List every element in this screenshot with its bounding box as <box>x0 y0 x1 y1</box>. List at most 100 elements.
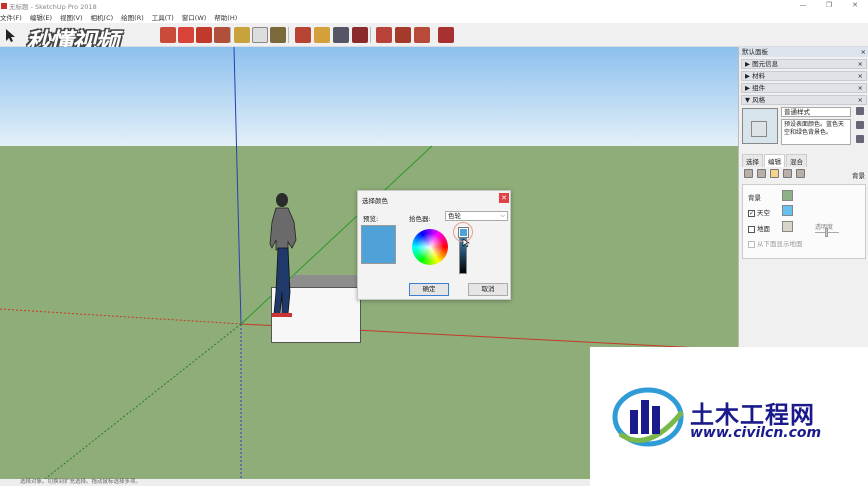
cancel-button[interactable]: 取消 <box>468 283 508 296</box>
menu-camera[interactable]: 相机(C) <box>91 12 114 22</box>
ruby-console-icon[interactable] <box>438 27 454 43</box>
menu-bar: 文件(F) 编辑(E) 视图(V) 相机(C) 绘图(R) 工具(T) 窗口(W… <box>0 11 868 23</box>
sketchup-app-icon <box>1 2 7 9</box>
toolbar-divider <box>370 27 371 43</box>
panel-title: 默认面板 × <box>739 47 868 57</box>
maximize-button[interactable]: ❐ <box>816 0 842 11</box>
panel-title-text: 默认面板 <box>742 48 768 56</box>
tray-label: ▶ 组件 <box>745 84 766 92</box>
zoom-extents-icon[interactable] <box>352 27 368 43</box>
text-tool-icon[interactable] <box>252 27 268 43</box>
close-icon[interactable]: × <box>861 47 866 57</box>
zoom-magnifier-icon[interactable] <box>333 27 349 43</box>
preview-label: 预览: <box>363 215 379 223</box>
style-thumbnail <box>742 108 778 144</box>
orbit-tool-icon[interactable] <box>295 27 311 43</box>
tray-styles[interactable]: ▼ 风格 × <box>741 95 867 105</box>
extension-warehouse-icon[interactable] <box>414 27 430 43</box>
sky-checkbox-row[interactable]: ✓ 天空 <box>748 207 770 217</box>
close-icon[interactable]: ✕ <box>499 193 509 203</box>
window-title: 无标题 - SketchUp Pro 2018 <box>9 2 97 11</box>
menu-view[interactable]: 视图(V) <box>60 12 83 22</box>
close-window-button[interactable]: ✕ <box>842 0 868 11</box>
style-description-field[interactable]: 预设表面颜色。蓝色天空和绿色背景色。 <box>781 119 851 145</box>
color-wheel[interactable] <box>412 229 448 265</box>
picker-mode-select[interactable]: 色轮 ⌵ <box>445 211 508 221</box>
picker-label: 拾色器: <box>409 215 431 223</box>
chevron-down-icon: ⌵ <box>500 212 505 219</box>
tab-mix[interactable]: 混合 <box>786 154 807 167</box>
tray-entity-info[interactable]: ▶ 图元信息 × <box>741 59 867 69</box>
share-model-icon[interactable] <box>395 27 411 43</box>
pan-hand-icon[interactable] <box>314 27 330 43</box>
edge-settings-icon[interactable] <box>744 169 753 178</box>
rotate-tool-icon[interactable] <box>196 27 212 43</box>
details-icon[interactable] <box>856 121 864 129</box>
menu-tools[interactable]: 工具(T) <box>152 12 174 22</box>
tray-materials[interactable]: ▶ 材料 × <box>741 71 867 81</box>
ground-label: 地面 <box>757 225 770 233</box>
dialog-title: 选择颜色 <box>362 197 388 205</box>
default-tray-panel: 默认面板 × ▶ 图元信息 × ▶ 材料 × ▶ 组件 × ▼ 风格 × 普通样式 预设表… <box>738 47 868 347</box>
face-settings-icon[interactable] <box>757 169 766 178</box>
warehouse-icon[interactable] <box>376 27 392 43</box>
show-ground-below-label: 从下面显示地面 <box>757 240 803 248</box>
background-settings: 背景 ✓ 天空 地面 透明度 从下面显示地面 <box>742 184 866 259</box>
menu-window[interactable]: 窗口(W) <box>182 12 207 22</box>
tape-measure-icon[interactable] <box>234 27 250 43</box>
tray-label: ▼ 风格 <box>745 96 766 104</box>
background-label: 背景 <box>748 194 761 202</box>
civilcn-logo-mark <box>612 387 684 447</box>
pushpull-tool-icon[interactable] <box>214 27 230 43</box>
move-tool-icon[interactable] <box>160 27 176 43</box>
menu-file[interactable]: 文件(F) <box>0 12 22 22</box>
section-label: 背景 <box>852 172 865 180</box>
sky-checkbox[interactable]: ✓ <box>748 209 755 217</box>
ground-checkbox[interactable] <box>748 225 755 233</box>
menu-draw[interactable]: 绘图(R) <box>121 12 144 22</box>
show-ground-below-row[interactable]: 从下面显示地面 <box>748 238 803 248</box>
background-settings-icon[interactable] <box>770 169 779 178</box>
tray-components[interactable]: ▶ 组件 × <box>741 83 867 93</box>
close-icon[interactable]: × <box>858 60 863 68</box>
show-ground-below-checkbox[interactable] <box>748 240 755 248</box>
style-tabs: 选择 编辑 混合 <box>742 154 808 167</box>
scale-figure <box>269 193 297 317</box>
background-color-swatch[interactable] <box>782 190 793 201</box>
logo-url-text: www.civilcn.com <box>690 425 822 441</box>
modeling-settings-icon[interactable] <box>796 169 805 178</box>
close-icon[interactable]: × <box>858 72 863 80</box>
refresh-icon[interactable] <box>856 135 864 143</box>
picker-mode-value: 色轮 <box>448 212 461 220</box>
style-name-field[interactable]: 普通样式 <box>781 107 851 117</box>
close-icon[interactable]: × <box>858 96 863 104</box>
tab-select[interactable]: 选择 <box>742 154 763 167</box>
update-style-icon[interactable] <box>856 107 864 115</box>
ground-checkbox-row[interactable]: 地面 <box>748 223 770 233</box>
civilcn-logo-overlay: 土木工程网 www.civilcn.com <box>590 347 868 486</box>
watermark-settings-icon[interactable] <box>783 169 792 178</box>
menu-edit[interactable]: 编辑(E) <box>30 12 52 22</box>
ok-button[interactable]: 确定 <box>409 283 449 296</box>
window-controls: — ❐ ✕ <box>790 0 868 11</box>
minimize-button[interactable]: — <box>790 0 816 11</box>
tab-edit[interactable]: 编辑 <box>764 154 785 167</box>
select-arrow-icon[interactable] <box>2 27 18 43</box>
ground-color-swatch[interactable] <box>782 221 793 232</box>
style-side-icons <box>856 107 866 149</box>
color-preview-swatch <box>361 225 396 264</box>
red-axis-dashed <box>0 308 242 325</box>
sky-color-swatch[interactable] <box>782 205 793 216</box>
tray-label: ▶ 材料 <box>745 72 766 80</box>
sketchup-window: 无标题 - SketchUp Pro 2018 — ❐ ✕ 文件(F) 编辑(E… <box>0 0 868 486</box>
tray-label: ▶ 图元信息 <box>745 60 779 68</box>
menu-help[interactable]: 帮助(H) <box>214 12 237 22</box>
paint-bucket-icon[interactable] <box>270 27 286 43</box>
toolbar-divider <box>230 27 231 43</box>
title-bar: 无标题 - SketchUp Pro 2018 — ❐ ✕ <box>0 0 868 11</box>
move-arrows-icon[interactable] <box>178 27 194 43</box>
transparency-slider-thumb[interactable] <box>825 228 828 237</box>
close-icon[interactable]: × <box>858 84 863 92</box>
select-color-dialog: 选择颜色 ✕ 预览: 拾色器: 色轮 ⌵ 确定 取消 <box>357 190 511 300</box>
green-axis-dashed <box>44 323 242 479</box>
